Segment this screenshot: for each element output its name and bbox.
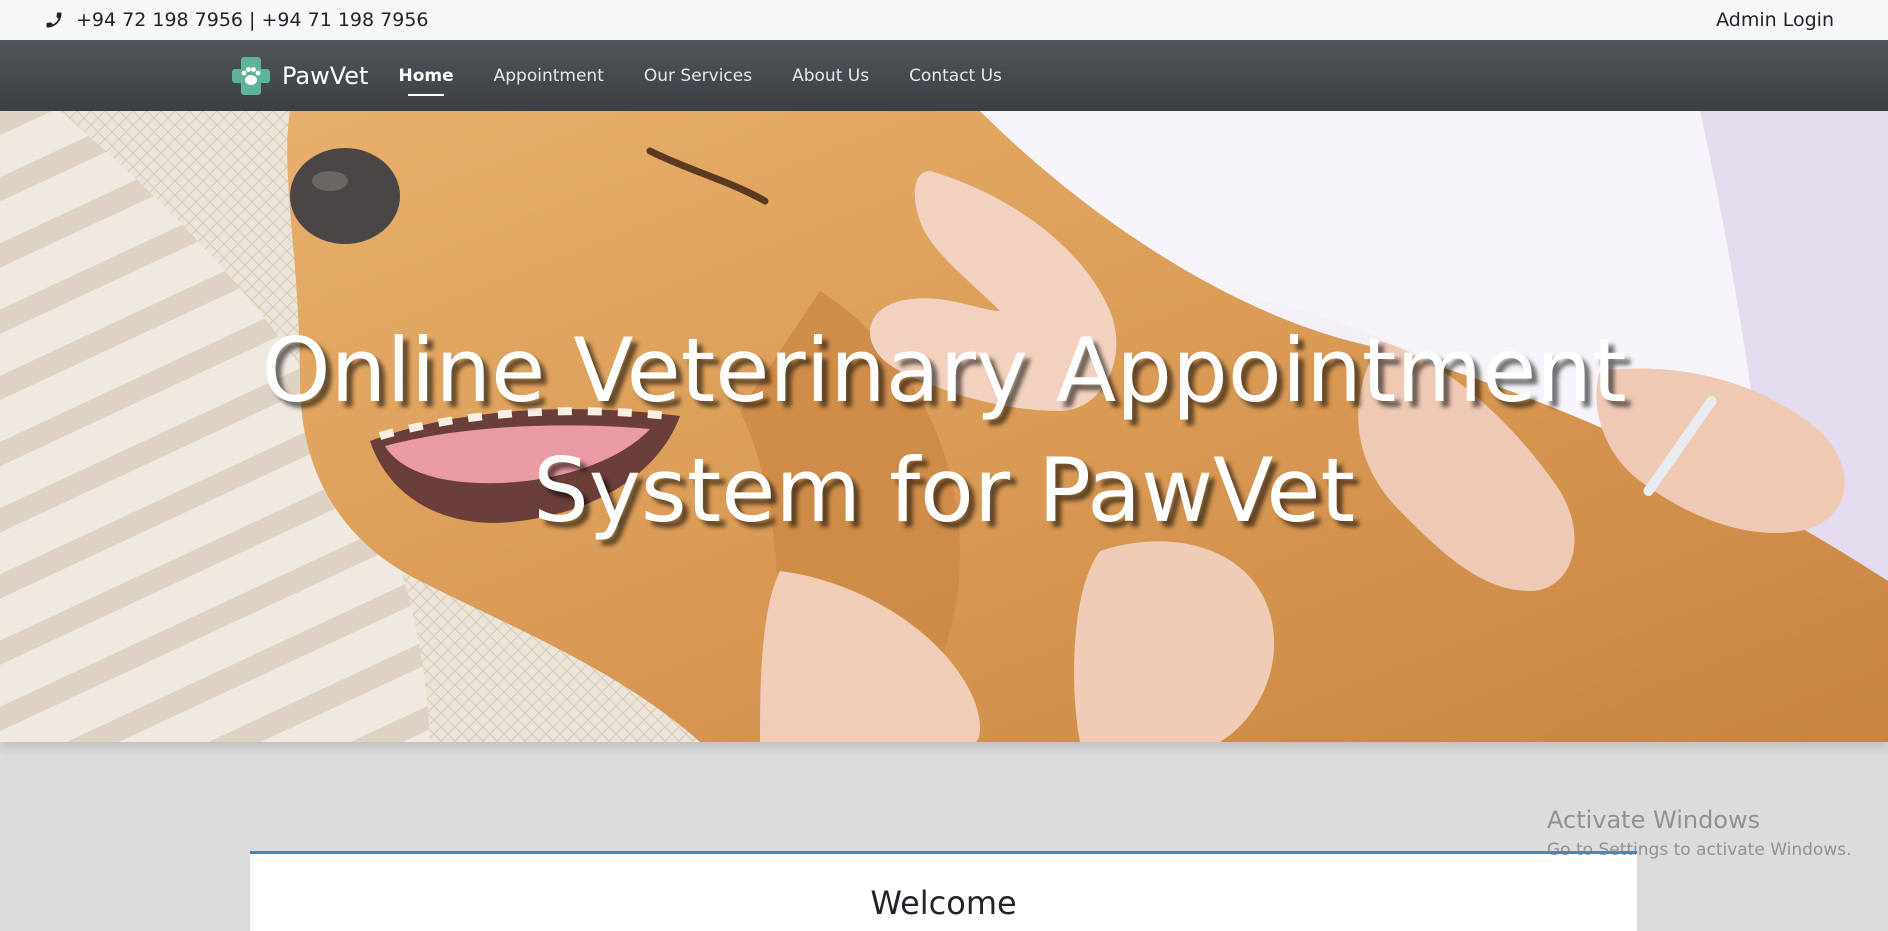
- welcome-card: Welcome: [250, 851, 1637, 931]
- activate-windows-watermark: Activate Windows Go to Settings to activ…: [1547, 806, 1852, 860]
- watermark-title: Activate Windows: [1547, 806, 1761, 834]
- hero-title: Online Veterinary Appointment System for…: [0, 311, 1888, 551]
- phone-icon: [46, 12, 62, 28]
- main-navbar: PawVet Home Appointment Our Services Abo…: [0, 40, 1888, 111]
- nav-contact-us[interactable]: Contact Us: [909, 60, 1002, 92]
- hero-title-line-1: Online Veterinary Appointment: [261, 319, 1627, 422]
- brand-home-link[interactable]: PawVet: [230, 55, 368, 97]
- nav-our-services[interactable]: Our Services: [644, 60, 752, 92]
- brand-name: PawVet: [282, 61, 369, 90]
- nav-about-us[interactable]: About Us: [792, 60, 869, 92]
- paw-cross-logo-icon: [232, 56, 270, 95]
- hero-title-line-2: System for PawVet: [532, 439, 1356, 542]
- admin-login-link[interactable]: Admin Login: [1716, 9, 1834, 31]
- welcome-heading: Welcome: [870, 884, 1017, 922]
- top-contact-bar: +94 72 198 7956 | +94 71 198 7956 Admin …: [0, 0, 1888, 40]
- hero-banner: Online Veterinary Appointment System for…: [0, 111, 1888, 742]
- contact-info: +94 72 198 7956 | +94 71 198 7956: [44, 9, 429, 31]
- nav-home[interactable]: Home: [398, 60, 454, 96]
- watermark-subtitle: Go to Settings to activate Windows.: [1547, 840, 1852, 860]
- nav-appointment[interactable]: Appointment: [494, 60, 604, 92]
- phone-numbers: +94 72 198 7956 | +94 71 198 7956: [76, 9, 429, 31]
- nav-links: Home Appointment Our Services About Us C…: [398, 60, 1002, 96]
